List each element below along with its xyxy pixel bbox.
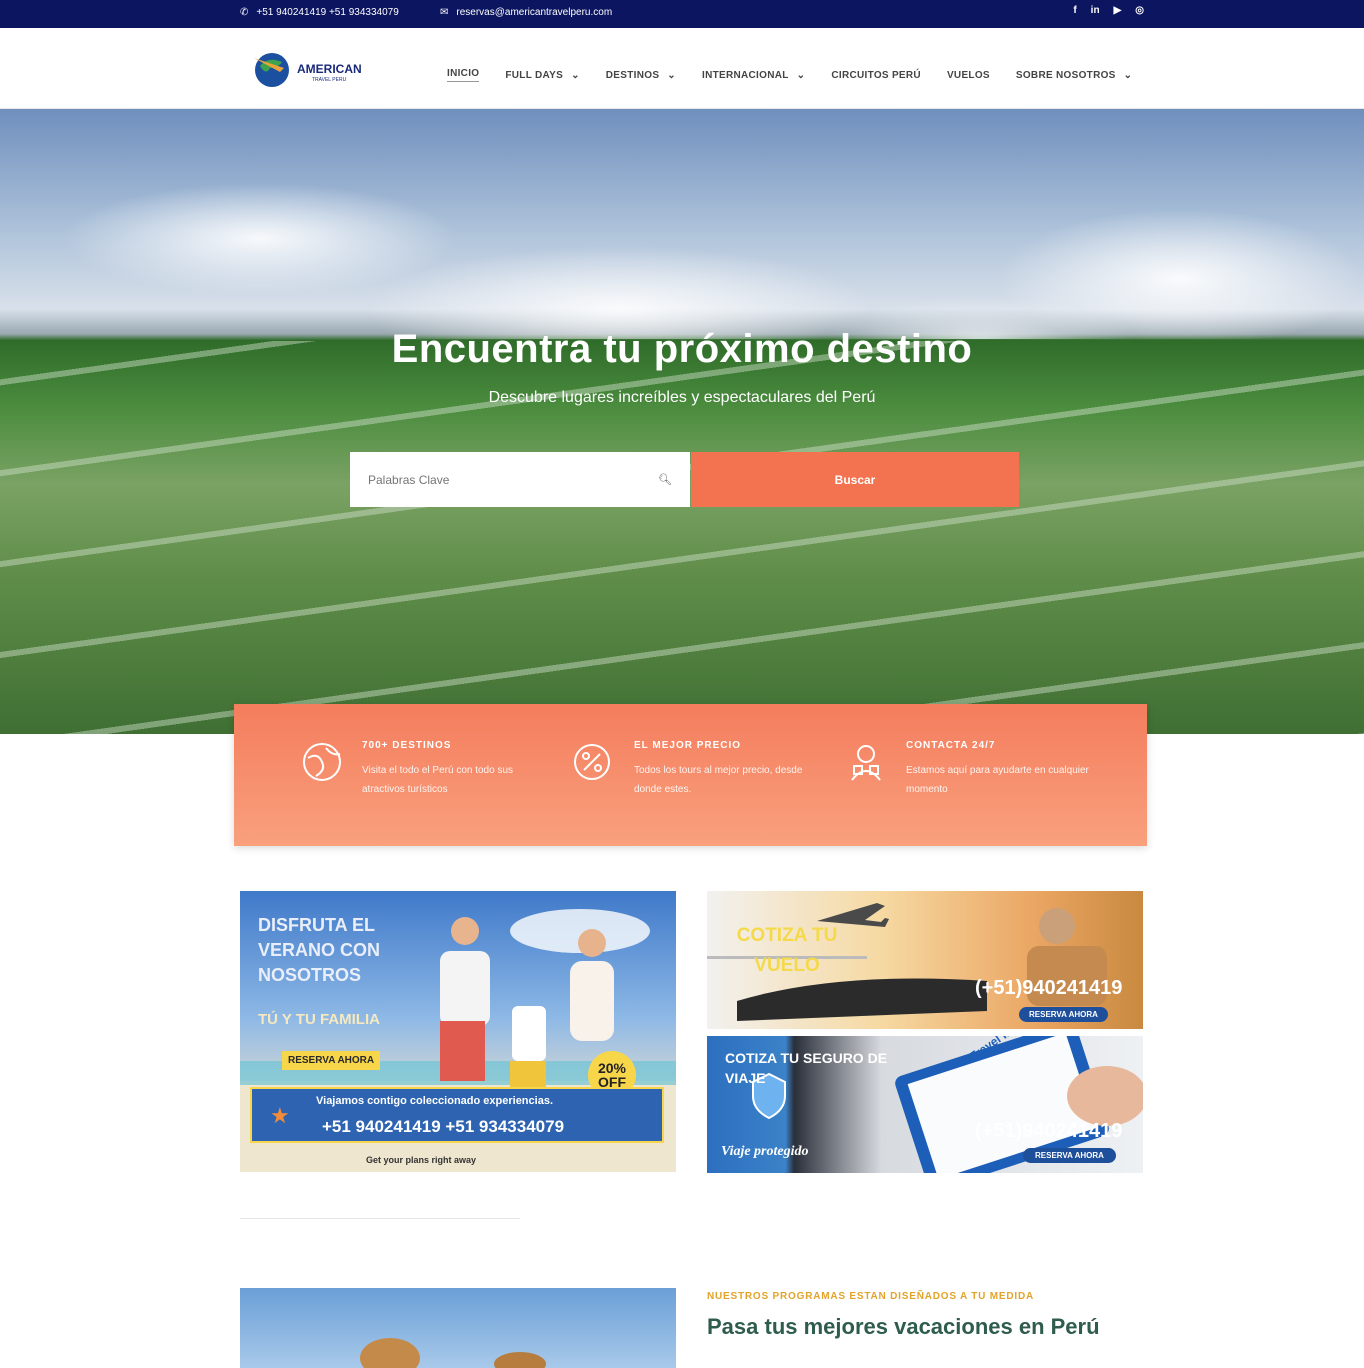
summer-contact-box: Viajamos contigo coleccionado experienci… bbox=[250, 1087, 664, 1143]
feature-title: CONTACTA 24/7 bbox=[906, 740, 996, 751]
top-bar: ✆ +51 940241419 +51 934334079 ✉ reservas… bbox=[0, 0, 1364, 28]
nav-item-full-days[interactable]: FULL DAYS ⌄ bbox=[505, 68, 579, 82]
search-input[interactable] bbox=[368, 472, 659, 487]
feature-text: Visita el todo el Perú con todo sus atra… bbox=[362, 765, 514, 795]
logo[interactable]: AMERICAN TRAVEL PERU bbox=[250, 48, 365, 90]
summer-tagline: Viajamos contigo coleccionado experienci… bbox=[316, 1095, 553, 1107]
search-icon[interactable]: 🔍︎ bbox=[658, 473, 672, 486]
percent-icon bbox=[574, 744, 610, 780]
logo-text: AMERICAN bbox=[297, 62, 362, 76]
beach-hats-illustration bbox=[360, 1338, 546, 1368]
feature-title: EL MEJOR PRECIO bbox=[634, 740, 742, 751]
nav-item-internacional[interactable]: INTERNACIONAL ⌄ bbox=[702, 68, 805, 82]
summer-promo-banner[interactable]: DISFRUTA EL VERANO CON NOSOTROS TÚ Y TU … bbox=[240, 891, 676, 1172]
nav-label: INTERNACIONAL bbox=[701, 69, 789, 81]
insurance-phone: (+51)940241419 bbox=[975, 1120, 1123, 1142]
phone-icon: ✆ bbox=[240, 7, 249, 18]
nav-label: FULL DAYS bbox=[505, 69, 564, 81]
hero-subtitle: Descubre lugares increíbles y espectacul… bbox=[488, 389, 876, 406]
logo-subtext: TRAVEL PERU bbox=[312, 77, 347, 83]
nav-item-destinos[interactable]: DESTINOS ⌄ bbox=[606, 68, 676, 82]
nav-item-sobre-nosotros[interactable]: SOBRE NOSOTROS ⌄ bbox=[1016, 68, 1132, 82]
summer-headline: DISFRUTA EL VERANO CON NOSOTROS bbox=[258, 915, 381, 985]
mail-icon: ✉ bbox=[440, 7, 449, 18]
feature-precio: EL MEJOR PRECIO Todos los tours al mejor … bbox=[572, 740, 822, 799]
nav-label: SOBRE NOSOTROS bbox=[1015, 69, 1116, 81]
linkedin-icon[interactable]: in bbox=[1091, 5, 1100, 16]
flight-quote-banner[interactable]: COTIZA TU VUELO (+51)940241419 RESERVA A… bbox=[707, 891, 1143, 1029]
summer-cta[interactable]: RESERVA AHORA bbox=[282, 1051, 381, 1070]
hero-title: Encuentra tu próximo destino bbox=[391, 327, 973, 371]
contact-phone[interactable]: ✆ +51 940241419 +51 934334079 bbox=[240, 7, 399, 18]
search-button[interactable]: Buscar bbox=[691, 452, 1019, 507]
insurance-cta[interactable]: RESERVA AHORA bbox=[1023, 1148, 1116, 1163]
feature-title: 700+ DESTINOS bbox=[362, 740, 452, 751]
nav-item-inicio[interactable]: INICIO bbox=[447, 68, 480, 82]
features-bar: 700+ DESTINOS Visita el todo el Perú con … bbox=[234, 704, 1147, 846]
youtube-icon[interactable]: ▶ bbox=[1114, 5, 1122, 16]
section-divider bbox=[240, 1218, 520, 1219]
email-address: reservas@americantravelperu.com bbox=[456, 7, 613, 18]
facebook-icon[interactable]: f bbox=[1073, 5, 1076, 16]
program-image bbox=[240, 1288, 676, 1368]
chevron-down-icon: ⌄ bbox=[667, 69, 676, 81]
nav-label: CIRCUITOS PERÚ bbox=[831, 69, 921, 81]
nav-item-vuelos[interactable]: VUELOS bbox=[947, 68, 990, 82]
star-icon: ★ bbox=[270, 1103, 290, 1128]
insurance-script: Viaje protegido bbox=[721, 1144, 809, 1159]
phone-numbers: +51 940241419 +51 934334079 bbox=[256, 7, 399, 18]
nav-label: VUELOS bbox=[946, 69, 990, 81]
section-kicker: NUESTROS PROGRAMAS ESTAN DISEÑADOS A TU … bbox=[707, 1291, 1034, 1302]
contact-email[interactable]: ✉ reservas@americantravelperu.com bbox=[440, 7, 612, 18]
search-field: 🔍︎ bbox=[350, 452, 690, 507]
social-links: f in ▶ ◎ bbox=[1073, 5, 1144, 16]
section-title: Pasa tus mejores vacaciones en Perú bbox=[707, 1314, 1100, 1339]
nav-label: INICIO bbox=[447, 68, 480, 79]
insurance-headline: COTIZA TU SEGURO DE VIAJE bbox=[725, 1050, 888, 1086]
main-nav: INICIO FULL DAYS ⌄ DESTINOS ⌄ INTERNACIONA… bbox=[447, 68, 1132, 82]
insurance-quote-banner[interactable]: COTIZA TU SEGURO DE VIAJE Viaje protegid… bbox=[707, 1036, 1143, 1173]
nav-item-circuitos[interactable]: CIRCUITOS PERÚ bbox=[831, 68, 921, 82]
feature-destinos: 700+ DESTINOS Visita el todo el Perú con … bbox=[300, 740, 550, 799]
feature-text: Estamos aquí para ayudarte en cualquier … bbox=[906, 765, 1089, 795]
chevron-down-icon: ⌄ bbox=[571, 69, 580, 81]
nav-label: DESTINOS bbox=[605, 69, 660, 81]
globe-icon bbox=[303, 743, 341, 781]
flight-headline: COTIZA TU VUELO bbox=[736, 925, 838, 976]
hero-section: Encuentra tu próximo destino Descubre lu… bbox=[0, 109, 1364, 734]
feature-text: Todos los tours al mejor precio, desde d… bbox=[634, 765, 803, 795]
support-icon bbox=[851, 745, 881, 781]
summer-phones: +51 940241419 +51 934334079 bbox=[322, 1117, 565, 1136]
chevron-down-icon: ⌄ bbox=[796, 69, 806, 81]
site-header: AMERICAN TRAVEL PERU INICIO FULL DAYS ⌄ D… bbox=[0, 28, 1364, 109]
instagram-icon[interactable]: ◎ bbox=[1135, 5, 1144, 16]
chevron-down-icon: ⌄ bbox=[1123, 69, 1133, 81]
hero-sky bbox=[0, 109, 1364, 339]
flight-cta[interactable]: RESERVA AHORA bbox=[1019, 1007, 1108, 1022]
summer-foot: Get your plans right away bbox=[366, 1155, 477, 1165]
summer-sub: TÚ Y TU FAMILIA bbox=[258, 1011, 380, 1028]
feature-contacto: CONTACTA 24/7 Estamos aquí para ayudarte … bbox=[844, 740, 1094, 799]
flight-phone: (+51)940241419 bbox=[975, 977, 1123, 999]
logo-globe-icon: AMERICAN TRAVEL PERU bbox=[254, 53, 362, 87]
